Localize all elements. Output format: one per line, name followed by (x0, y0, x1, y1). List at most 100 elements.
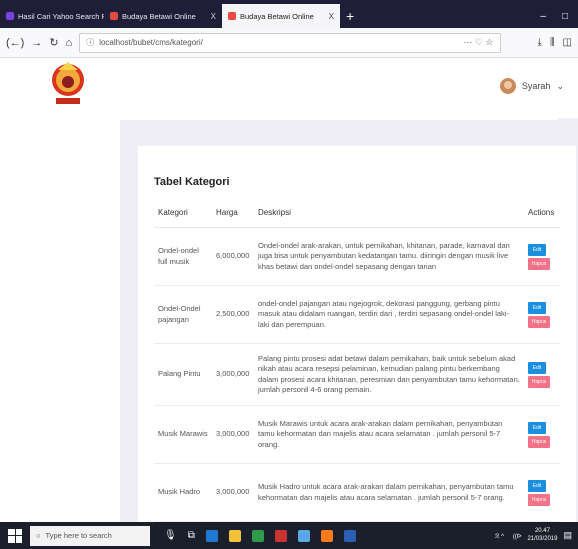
kategori-card: Tabel Kategori Kategori Harga Deskripsi … (138, 146, 576, 526)
cell-harga: 6,000,000 (212, 227, 254, 286)
browser-navbar: (←) → ↻ ⌂ ⓘ localhost/bubet/cms/kategori… (0, 28, 578, 58)
edit-button[interactable]: Edit (528, 243, 546, 256)
clock-time: 20.47 (534, 528, 550, 535)
hapus-button[interactable]: Hapus (528, 493, 550, 506)
cell-kategori: Musik Hadro (154, 463, 212, 522)
yahoo-icon (6, 12, 14, 20)
table-row: Ondel-Ondel pajangan 2,500,000 ondel-ond… (154, 285, 560, 344)
kategori-table: Kategori Harga Deskripsi Actions Ondel-o… (154, 200, 560, 522)
home-icon[interactable]: ⌂ (66, 37, 73, 49)
top-card (120, 118, 558, 120)
app-icon[interactable] (297, 529, 310, 542)
file-explorer-icon[interactable] (228, 529, 241, 542)
browser-tab-2[interactable]: Budaya Betawi Online X (104, 4, 222, 28)
site-favicon-icon (228, 12, 236, 20)
edit-button[interactable]: Edit (528, 301, 546, 314)
search-placeholder: Type here to search (45, 531, 112, 540)
word-icon[interactable] (343, 529, 356, 542)
cell-deskripsi: ondel-ondel pajangan atau ngejogrok, dek… (254, 285, 524, 344)
cell-deskripsi: Musik Hadro untuk acara arak-arakan dala… (254, 463, 524, 522)
edge-icon[interactable] (205, 529, 218, 542)
tray-icons[interactable]: ℛ ^ ㅤ ((ᐅ (495, 531, 522, 540)
table-row: Ondel-ondel full musik 6,000,000 Ondel-o… (154, 227, 560, 286)
site-favicon-icon (110, 12, 118, 20)
maximize-button[interactable]: □ (562, 11, 568, 22)
windows-start-icon[interactable] (8, 528, 22, 543)
taskbar-apps: 🎙 ⧉ (164, 529, 356, 542)
page-actions[interactable]: ··· ♡ ☆ (463, 37, 493, 48)
cell-harga: 3,000,000 (212, 463, 254, 522)
tab-title: Budaya Betawi Online (122, 11, 196, 21)
cell-harga: 3,000,000 (212, 343, 254, 406)
browser-tab-bar: Hasil Cari Yahoo Search Result X Budaya … (0, 0, 578, 28)
table-row: Musik Hadro 3,000,000 Musik Hadro untuk … (154, 463, 560, 522)
new-tab-button[interactable]: + (340, 4, 360, 28)
close-tab-icon[interactable]: X (329, 12, 334, 21)
info-icon[interactable]: ⓘ (86, 37, 94, 48)
table-row: Palang Pintu 3,000,000 Palang pintu pros… (154, 343, 560, 406)
firefox-icon[interactable] (320, 529, 333, 542)
notification-icon[interactable]: ▤ (563, 530, 572, 541)
user-menu[interactable]: Syarah ⌄ (499, 78, 564, 94)
address-bar[interactable]: ⓘ localhost/bubet/cms/kategori/ ··· ♡ ☆ (79, 32, 501, 53)
close-tab-icon[interactable]: X (211, 12, 216, 21)
header-kategori: Kategori (154, 200, 212, 228)
browser-tab-3-active[interactable]: Budaya Betawi Online X (222, 4, 340, 28)
reload-icon[interactable]: ↻ (49, 36, 58, 49)
cell-kategori: Musik Marawis (154, 405, 212, 464)
main-content: Tabel Kategori Kategori Harga Deskripsi … (0, 118, 578, 526)
hapus-button[interactable]: Hapus (528, 375, 550, 388)
cell-kategori: Palang Pintu (154, 343, 212, 406)
clock-date: 21/03/2019 (527, 535, 558, 542)
window-controls: – □ (540, 4, 578, 28)
url-text: localhost/bubet/cms/kategori/ (99, 38, 203, 47)
cell-actions: Edit Hapus (524, 463, 560, 522)
system-tray: ℛ ^ ㅤ ((ᐅ 20.47 21/03/2019 ▤ (495, 528, 578, 542)
cell-harga: 3,000,000 (212, 405, 254, 464)
edit-button[interactable]: Edit (528, 421, 546, 434)
back-arrow-icon[interactable]: (←) (6, 37, 24, 49)
library-icon[interactable]: ⫼ (550, 37, 555, 48)
tab-title: Budaya Betawi Online (240, 11, 314, 21)
store-icon[interactable] (251, 529, 264, 542)
sidebar-icon[interactable]: ◫ (563, 37, 572, 48)
hapus-button[interactable]: Hapus (528, 315, 550, 328)
minimize-button[interactable]: – (540, 11, 546, 22)
cell-actions: Edit Hapus (524, 405, 560, 464)
clock[interactable]: 20.47 21/03/2019 (527, 528, 557, 542)
table-title: Tabel Kategori (154, 176, 230, 188)
cell-deskripsi: Ondel-ondel arak-arakan, untuk pernikaha… (254, 227, 524, 286)
cell-deskripsi: Musik Marawis untuk acara arak-arakan da… (254, 405, 524, 464)
avatar (499, 78, 516, 94)
forward-arrow-icon[interactable]: → (31, 37, 42, 49)
taskbar-search-input[interactable]: ○ Type here to search (30, 525, 150, 546)
cortana-mic-icon[interactable]: 🎙 (164, 530, 177, 541)
edit-button[interactable]: Edit (528, 479, 546, 492)
cell-actions: Edit Hapus (524, 227, 560, 286)
header-actions: Actions (524, 200, 560, 228)
hapus-button[interactable]: Hapus (528, 257, 550, 270)
header-deskripsi: Deskripsi (254, 200, 524, 228)
cell-kategori: Ondel-Ondel pajangan (154, 285, 212, 344)
cell-deskripsi: Palang pintu prosesi adat betawi dalam p… (254, 343, 524, 406)
cell-kategori: Ondel-ondel full musik (154, 227, 212, 286)
site-logo[interactable] (50, 60, 86, 108)
windows-taskbar: ○ Type here to search 🎙 ⧉ ℛ ^ ㅤ ((ᐅ 20.4… (0, 522, 578, 549)
content-background: Tabel Kategori Kategori Harga Deskripsi … (120, 118, 578, 526)
table-header-row: Kategori Harga Deskripsi Actions (154, 200, 560, 228)
browser-tab-1[interactable]: Hasil Cari Yahoo Search Result X (0, 4, 104, 28)
cell-harga: 2,500,000 (212, 285, 254, 344)
hapus-button[interactable]: Hapus (528, 435, 550, 448)
download-icon[interactable]: ⤓ (538, 37, 542, 48)
tab-title: Hasil Cari Yahoo Search Result (18, 11, 104, 21)
maps-icon[interactable] (274, 529, 287, 542)
toolbar-icons: ⤓ ⫼ ◫ (508, 37, 572, 48)
chevron-down-icon: ⌄ (556, 80, 564, 91)
user-name: Syarah (521, 81, 551, 91)
header-harga: Harga (212, 200, 254, 228)
cell-actions: Edit Hapus (524, 285, 560, 344)
task-view-icon[interactable]: ⧉ (188, 530, 195, 541)
edit-button[interactable]: Edit (528, 361, 546, 374)
app-header: Syarah ⌄ (0, 58, 578, 118)
table-row: Musik Marawis 3,000,000 Musik Marawis un… (154, 405, 560, 464)
